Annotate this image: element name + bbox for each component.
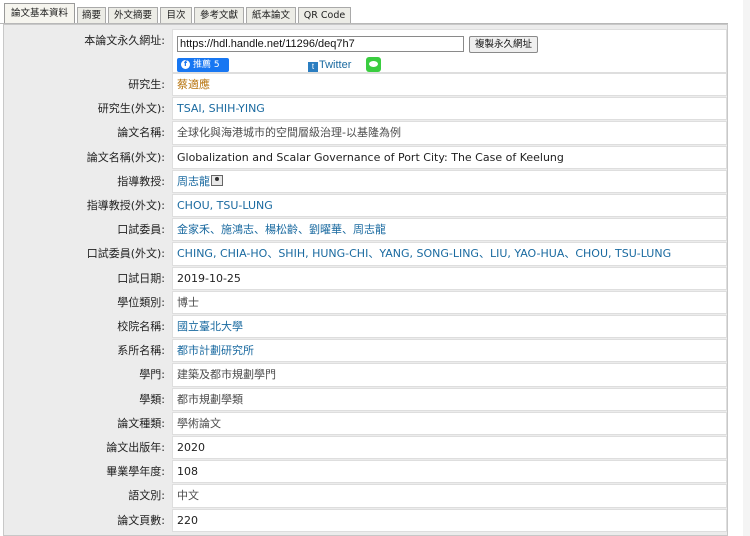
field-label-school: 校院名稱: — [117, 320, 165, 333]
field-row-degree-type: 學位類別: 博士 — [7, 290, 727, 314]
permalink-value-cell: 複製永久網址 f推薦 5 tTwitter — [172, 29, 727, 73]
field-value-defense-date: 2019-10-25 — [177, 271, 241, 285]
field-value-cell-thesis-title-foreign: Globalization and Scalar Governance of P… — [172, 145, 727, 169]
field-label-committee-foreign: 口試委員(外文): — [86, 247, 165, 261]
advisor-person-icon[interactable] — [211, 174, 223, 186]
field-label-student: 研究生: — [128, 78, 165, 91]
field-row-graduation-year: 畢業學年度: 108 — [7, 460, 727, 484]
permalink-url-input[interactable] — [177, 36, 464, 52]
field-label-thesis-type: 論文種類: — [117, 416, 165, 430]
field-label-subdiscipline: 學類: — [139, 392, 165, 406]
field-value-cell-student: 蔡適應 — [172, 73, 727, 97]
tab-bar: 論文基本資料 摘要 外文摘要 目次 參考文獻 紙本論文 QR Code — [0, 0, 750, 24]
field-row-student: 研究生: 蔡適應 — [7, 73, 727, 97]
permalink-label: 本論文永久網址: — [84, 34, 165, 47]
field-row-school: 校院名稱: 國立臺北大學 — [7, 315, 727, 339]
twitter-share-label: Twitter — [319, 59, 352, 71]
field-value-cell-thesis-title: 全球化與海港城市的空間層級治理-以基隆為例 — [172, 121, 727, 145]
basic-info-panel: 本論文永久網址: 複製永久網址 f推薦 5 tTwitter 研究生:蔡適應研究… — [3, 24, 728, 536]
field-label-advisor: 指導教授: — [117, 174, 165, 188]
field-value-advisor-foreign[interactable]: CHOU, TSU-LUNG — [177, 195, 273, 216]
field-value-cell-committee-foreign: CHING, CHIA-HO、SHIH, HUNG-CHI、YANG, SONG… — [172, 242, 727, 266]
twitter-icon: t — [308, 62, 318, 72]
field-row-thesis-title: 論文名稱: 全球化與海港城市的空間層級治理-以基隆為例 — [7, 121, 727, 145]
field-value-cell-discipline: 建築及都市規劃學門 — [172, 363, 727, 387]
field-value-thesis-type: 學術論文 — [177, 416, 221, 430]
field-value-thesis-title-foreign: Globalization and Scalar Governance of P… — [177, 150, 564, 164]
field-row-defense-date: 口試日期: 2019-10-25 — [7, 266, 727, 290]
field-value-cell-committee: 金家禾、施鴻志、楊松齡、劉曜華、周志龍 — [172, 218, 727, 242]
field-value-cell-page-count: 220 — [172, 508, 727, 532]
field-label-discipline: 學門: — [139, 368, 165, 382]
field-row-student-foreign: 研究生(外文): TSAI, SHIH-YING — [7, 97, 727, 121]
field-value-cell-graduation-year: 108 — [172, 460, 727, 484]
field-value-cell-school: 國立臺北大學 — [172, 315, 727, 339]
field-label-graduation-year: 畢業學年度: — [106, 465, 165, 479]
field-label-department: 系所名稱: — [117, 344, 165, 358]
field-value-student-foreign[interactable]: TSAI, SHIH-YING — [177, 98, 265, 119]
field-row-discipline: 學門: 建築及都市規劃學門 — [7, 363, 727, 387]
field-value-cell-subdiscipline: 都市規劃學類 — [172, 387, 727, 411]
tab-basic-info[interactable]: 論文基本資料 — [4, 3, 75, 24]
field-row-committee-foreign: 口試委員(外文): CHING, CHIA-HO、SHIH, HUNG-CHI、Y… — [7, 242, 727, 266]
field-label-committee: 口試委員: — [117, 223, 165, 237]
field-row-thesis-type: 論文種類: 學術論文 — [7, 411, 727, 435]
field-row-advisor-foreign: 指導教授(外文): CHOU, TSU-LUNG — [7, 194, 727, 218]
tab-toc[interactable]: 目次 — [160, 7, 192, 24]
page-scrollbar[interactable] — [743, 0, 750, 536]
permalink-row: 本論文永久網址: 複製永久網址 f推薦 5 tTwitter — [7, 29, 727, 73]
line-share-icon[interactable] — [366, 57, 381, 72]
field-value-department[interactable]: 都市計劃研究所 — [177, 340, 254, 361]
facebook-recommend-button[interactable]: f 推薦 5 — [177, 58, 229, 72]
field-value-subdiscipline: 都市規劃學類 — [177, 392, 243, 406]
field-value-cell-department: 都市計劃研究所 — [172, 339, 727, 363]
field-value-cell-language: 中文 — [172, 484, 727, 508]
field-label-degree-type: 學位類別: — [117, 295, 165, 309]
field-label-language: 語文別: — [128, 489, 165, 503]
field-value-discipline: 建築及都市規劃學門 — [177, 368, 276, 382]
field-value-committee-foreign[interactable]: CHING, CHIA-HO、SHIH, HUNG-CHI、YANG, SONG… — [177, 243, 671, 264]
tab-foreign-abstract[interactable]: 外文摘要 — [108, 7, 158, 24]
field-label-student-foreign: 研究生(外文): — [97, 102, 165, 116]
field-label-publication-year: 論文出版年: — [106, 441, 165, 454]
field-row-publication-year: 論文出版年: 2020 — [7, 436, 727, 460]
field-row-subdiscipline: 學類: 都市規劃學類 — [7, 387, 727, 411]
facebook-icon: f — [181, 60, 190, 69]
field-value-publication-year: 2020 — [177, 441, 205, 454]
field-row-department: 系所名稱: 都市計劃研究所 — [7, 339, 727, 363]
field-value-cell-degree-type: 博士 — [172, 290, 727, 314]
field-row-language: 語文別: 中文 — [7, 484, 727, 508]
field-value-thesis-title: 全球化與海港城市的空間層級治理-以基隆為例 — [177, 126, 401, 140]
field-value-cell-publication-year: 2020 — [172, 436, 727, 460]
field-label-thesis-title: 論文名稱: — [117, 126, 165, 140]
facebook-recommend-label: 推薦 5 — [193, 60, 220, 70]
field-value-language: 中文 — [177, 489, 199, 503]
field-value-student: 蔡適應 — [177, 78, 210, 91]
tab-references[interactable]: 參考文獻 — [194, 7, 244, 24]
field-label-advisor-foreign: 指導教授(外文): — [86, 199, 165, 212]
tab-print-thesis[interactable]: 紙本論文 — [246, 7, 296, 24]
field-value-committee[interactable]: 金家禾、施鴻志、楊松齡、劉曜華、周志龍 — [177, 219, 386, 240]
copy-permalink-button[interactable]: 複製永久網址 — [469, 36, 538, 53]
field-value-cell-advisor-foreign: CHOU, TSU-LUNG — [172, 194, 727, 218]
field-label-page-count: 論文頁數: — [117, 513, 165, 527]
field-label-defense-date: 口試日期: — [117, 271, 165, 285]
field-value-cell-advisor: 周志龍 — [172, 169, 727, 193]
field-value-cell-student-foreign: TSAI, SHIH-YING — [172, 97, 727, 121]
field-row-thesis-title-foreign: 論文名稱(外文): Globalization and Scalar Govern… — [7, 145, 727, 169]
field-value-school[interactable]: 國立臺北大學 — [177, 316, 243, 337]
field-label-thesis-title-foreign: 論文名稱(外文): — [86, 150, 165, 164]
field-value-cell-thesis-type: 學術論文 — [172, 411, 727, 435]
field-value-page-count: 220 — [177, 513, 198, 527]
field-row-committee: 口試委員: 金家禾、施鴻志、楊松齡、劉曜華、周志龍 — [7, 218, 727, 242]
twitter-share-link[interactable]: t Twitter — [308, 58, 351, 72]
field-value-cell-defense-date: 2019-10-25 — [172, 266, 727, 290]
field-row-advisor: 指導教授: 周志龍 — [7, 169, 727, 193]
tab-abstract[interactable]: 摘要 — [77, 7, 106, 24]
tab-qr-code[interactable]: QR Code — [298, 7, 351, 24]
field-value-advisor[interactable]: 周志龍 — [177, 171, 210, 192]
field-value-graduation-year: 108 — [177, 465, 198, 479]
field-value-degree-type: 博士 — [177, 295, 199, 309]
field-row-page-count: 論文頁數: 220 — [7, 508, 727, 532]
